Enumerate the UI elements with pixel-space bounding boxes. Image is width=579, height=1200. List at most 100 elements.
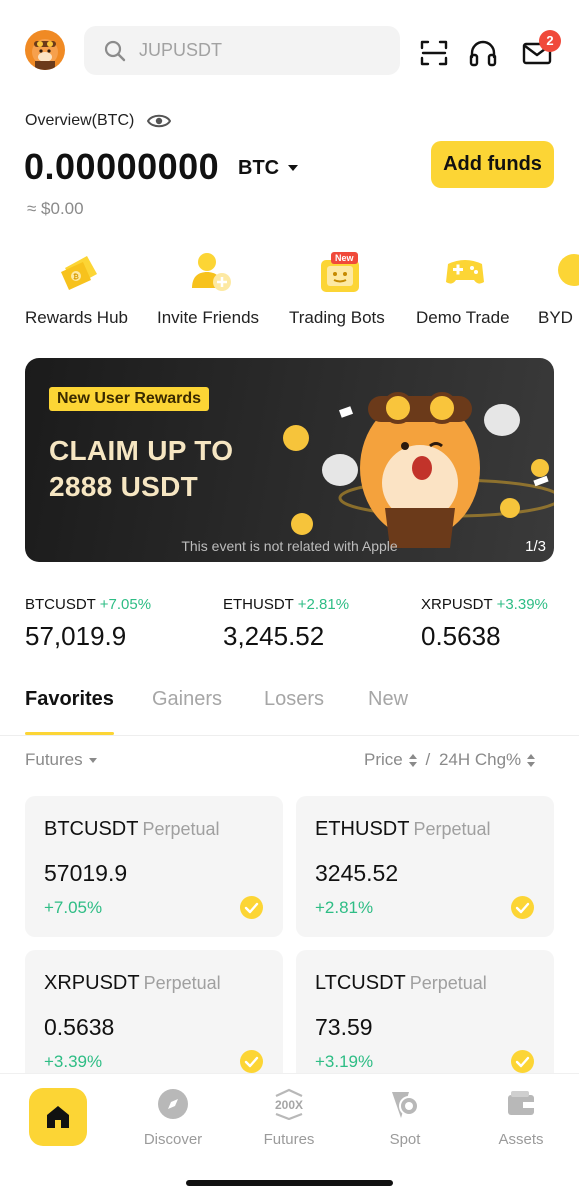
card-change: +7.05% [44, 898, 103, 917]
shortcut-label: Demo Trade [416, 308, 510, 327]
banner-tag: New User Rewards [49, 387, 210, 411]
check-icon[interactable] [240, 896, 263, 919]
card-type: Perpetual [409, 973, 487, 993]
card-symbol: XRPUSDT [44, 972, 140, 994]
tab-losers[interactable]: Losers [264, 688, 324, 711]
home-indicator [186, 1180, 393, 1186]
nav-label: Discover [143, 1131, 203, 1148]
mascot-illustration [283, 392, 554, 548]
card-symbol: LTCUSDT [315, 972, 406, 994]
byd-icon [558, 254, 579, 286]
shortcut-row: ₿ Rewards Hub Invite Friends New Trading… [0, 248, 579, 338]
ticker-pair: XRPUSDT [421, 596, 493, 613]
check-icon[interactable] [511, 896, 534, 919]
compass-icon [158, 1089, 188, 1119]
ticker-btcusdt[interactable]: BTCUSDT +7.05% 57,019.9 [25, 596, 151, 652]
futures-icon-text: 200X [275, 1098, 303, 1112]
gamepad-icon [446, 260, 484, 284]
sort-change-button[interactable]: 24H Chg% [438, 750, 536, 769]
nav-label: Futures [263, 1131, 315, 1148]
ticker-change: +7.05% [99, 596, 152, 613]
balance-unit[interactable]: BTC [238, 157, 279, 180]
nav-assets[interactable]: Assets [476, 1088, 566, 1148]
card-change: +2.81% [315, 898, 374, 917]
eye-icon[interactable] [147, 110, 171, 132]
ticker-xrpusdt[interactable]: XRPUSDT +3.39% 0.5638 [421, 596, 548, 652]
ticker-pair: BTCUSDT [25, 596, 96, 613]
card-type: Perpetual [143, 973, 221, 993]
chevron-down-icon[interactable] [288, 165, 298, 171]
tab-favorites[interactable]: Favorites [25, 688, 114, 711]
top-header: JUPUSDT 2 [0, 26, 579, 76]
nav-label: Spot [389, 1131, 421, 1148]
shortcut-label: Rewards Hub [25, 308, 128, 327]
avatar[interactable] [25, 30, 65, 70]
card-price: 0.5638 [44, 1014, 115, 1040]
futures-200x-icon: 200X [275, 1088, 303, 1121]
invite-friends-icon [192, 253, 231, 291]
nav-label: Assets [498, 1131, 544, 1148]
sort-price-label: Price [364, 750, 403, 769]
sort-controls: Price / 24H Chg% [364, 750, 536, 770]
spot-icon [392, 1092, 419, 1118]
favorite-card-ltcusdt[interactable]: LTCUSDT Perpetual 73.59 +3.19% [296, 950, 554, 1091]
overview-label: Overview(BTC) [25, 112, 135, 129]
nav-home[interactable] [29, 1088, 87, 1146]
card-type: Perpetual [142, 819, 220, 839]
wallet-icon [508, 1091, 534, 1115]
notification-badge: 2 [539, 30, 561, 52]
card-type: Perpetual [413, 819, 491, 839]
nav-futures[interactable]: 200X Futures [244, 1088, 334, 1148]
fiat-balance: ≈ $0.00 [27, 199, 84, 218]
banner-headline: CLAIM UP TO 2888 USDT [49, 433, 299, 505]
banner-headline-line1: CLAIM UP TO [49, 435, 234, 466]
home-icon [47, 1106, 69, 1128]
banner-disclaimer: This event is not related with Apple [181, 538, 398, 554]
card-price: 57019.9 [44, 860, 128, 886]
market-filter-label: Futures [25, 750, 83, 769]
shortcut-label: BYD E [538, 308, 579, 327]
card-change: +3.19% [315, 1052, 374, 1071]
check-icon[interactable] [511, 1050, 534, 1073]
add-funds-button[interactable]: Add funds [431, 141, 554, 188]
search-bar[interactable]: JUPUSDT [84, 26, 400, 75]
sort-price-button[interactable]: Price [364, 750, 417, 769]
sort-change-label: 24H Chg% [438, 750, 522, 769]
favorite-card-btcusdt[interactable]: BTCUSDT Perpetual 57019.9 +7.05% [25, 796, 283, 937]
sort-separator: / [425, 750, 431, 769]
nav-spot[interactable]: Spot [360, 1088, 450, 1148]
card-symbol: ETHUSDT [315, 818, 410, 840]
headset-icon[interactable] [468, 38, 498, 68]
ticker-pair: ETHUSDT [223, 596, 294, 613]
tab-gainers[interactable]: Gainers [152, 688, 222, 711]
search-placeholder: JUPUSDT [139, 40, 223, 60]
ticker-price: 57,019.9 [25, 621, 127, 651]
svg-text:₿: ₿ [73, 273, 79, 281]
sort-icon [408, 754, 417, 768]
nav-discover[interactable]: Discover [128, 1088, 218, 1148]
ticker-change: +2.81% [297, 596, 350, 613]
card-symbol: BTCUSDT [44, 818, 139, 840]
banner-headline-line2: 2888 USDT [49, 471, 198, 502]
ticker-price: 3,245.52 [223, 621, 325, 651]
favorite-card-ethusdt[interactable]: ETHUSDT Perpetual 3245.52 +2.81% [296, 796, 554, 937]
card-price: 73.59 [315, 1014, 373, 1040]
ticker-change: +3.39% [496, 596, 548, 613]
card-change: +3.39% [44, 1052, 103, 1071]
market-tabs: Favorites Gainers Losers New [0, 686, 579, 736]
market-filter-dropdown[interactable]: Futures [25, 750, 97, 770]
new-tag: New [331, 252, 358, 264]
active-tab-indicator [25, 732, 114, 735]
shortcut-label: Trading Bots [289, 308, 385, 327]
promo-banner[interactable]: New User Rewards CLAIM UP TO 2888 USDT T… [25, 358, 554, 562]
banner-pager: 1/3 [525, 538, 546, 555]
balance-value: 0.00000000 [24, 146, 220, 187]
check-icon[interactable] [240, 1050, 263, 1073]
sort-icon [527, 754, 536, 768]
search-icon [104, 40, 126, 62]
tab-new[interactable]: New [368, 688, 408, 711]
chevron-down-icon [88, 758, 97, 764]
ticker-ethusdt[interactable]: ETHUSDT +2.81% 3,245.52 [223, 596, 349, 652]
favorite-card-xrpusdt[interactable]: XRPUSDT Perpetual 0.5638 +3.39% [25, 950, 283, 1091]
scan-icon[interactable] [419, 38, 449, 68]
